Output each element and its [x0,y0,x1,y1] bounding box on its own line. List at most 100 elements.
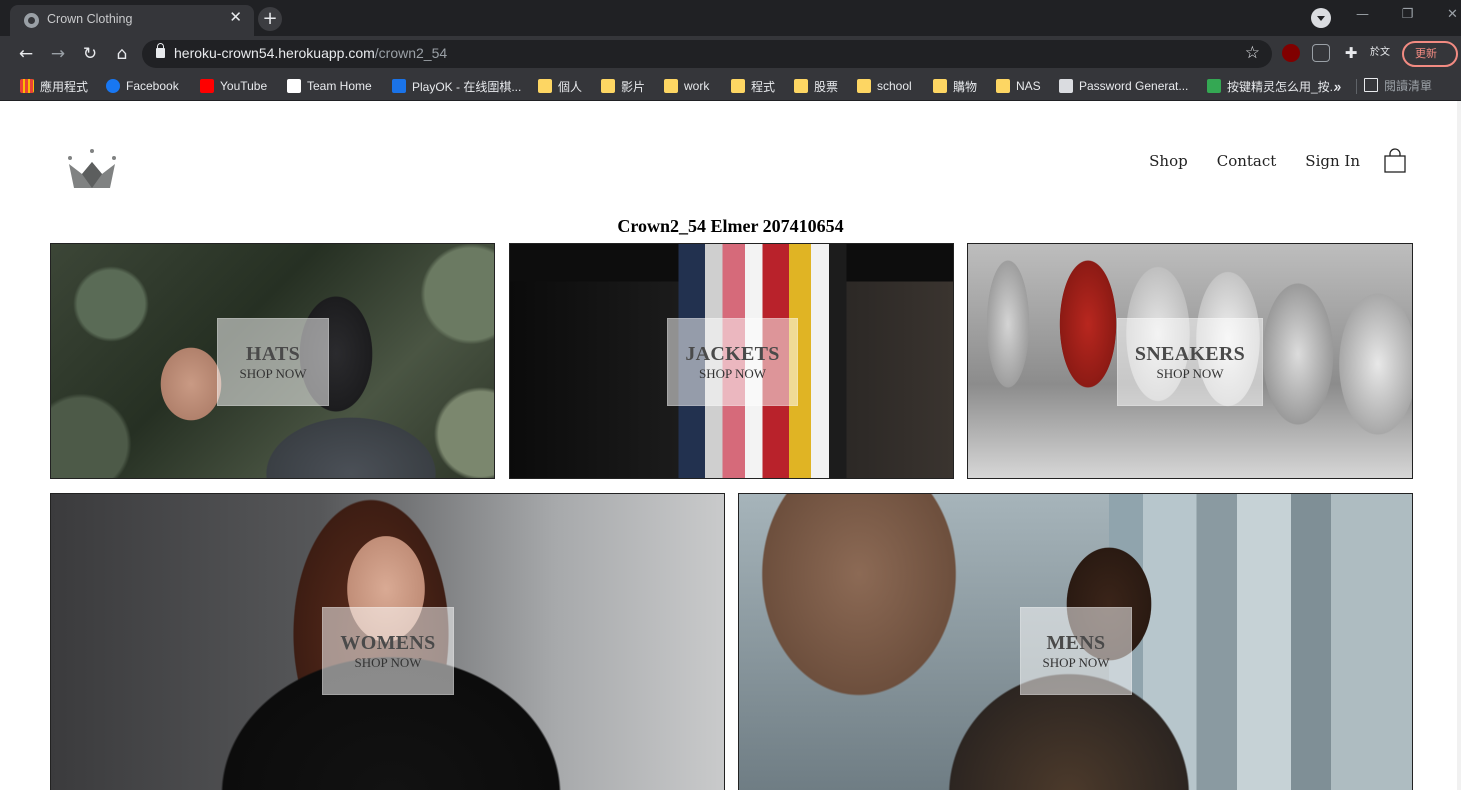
bookmarks-bar: 應用程式 Facebook YouTube Team Home PlayOK -… [0,72,1461,101]
playok-icon [392,79,406,93]
back-arrow-icon[interactable]: ← [14,42,38,66]
home-icon[interactable]: ⌂ [110,42,134,66]
url-domain: heroku-crown54.herokuapp.com [174,45,375,61]
category-title: WOMENS [340,632,436,654]
bookmark-youtube[interactable]: YouTube [200,77,267,95]
bookmark-label: Password Generat... [1079,79,1189,93]
bookmark-facebook[interactable]: Facebook [106,77,179,95]
youtube-icon [200,79,214,93]
bookmark-folder-personal[interactable]: 個人 [538,77,582,95]
nav-sign-in-link[interactable]: Sign In [1305,152,1360,170]
category-title: HATS [245,343,301,365]
bookmark-folder-shopping[interactable]: 購物 [933,77,977,95]
bookmark-star-icon[interactable]: ☆ [1245,43,1260,63]
folder-icon [731,79,745,93]
reading-list-icon[interactable] [1364,78,1378,92]
folder-icon [664,79,678,93]
category-tile-mens[interactable]: MENS SHOP NOW [738,493,1413,790]
url-text[interactable]: heroku-crown54.herokuapp.com/crown2_54 [174,45,447,61]
crown-logo-icon[interactable] [66,146,118,192]
bookmark-folder-nas[interactable]: NAS [996,77,1041,95]
bookmark-playok[interactable]: PlayOK - 在线圍棋... [392,77,521,95]
extensions-puzzle-icon[interactable]: ✚ [1342,44,1360,62]
bookmark-password-generator[interactable]: Password Generat... [1059,77,1188,95]
bookmark-folder-videos[interactable]: 影片 [601,77,645,95]
browser-titlebar: Crown Clothing ✕ + — ❐ ✕ [0,0,1461,36]
category-tile-womens[interactable]: WOMENS SHOP NOW [50,493,725,790]
bookmark-label: Facebook [126,79,179,93]
nav-shop-link[interactable]: Shop [1149,152,1188,170]
page-icon [1059,79,1073,93]
page-scrollbar[interactable] [1457,101,1461,790]
bookmark-label: school [877,79,912,93]
bookmark-label: 應用程式 [40,79,89,94]
glasses-extension-icon[interactable] [1312,44,1330,62]
header-nav: Shop Contact Sign In [1120,148,1406,173]
bookmark-label: 程式 [751,79,776,94]
bookmark-label: NAS [1016,79,1041,93]
profile-icon[interactable] [1311,8,1331,28]
shop-now-label: SHOP NOW [354,655,422,670]
tab-close-icon[interactable]: ✕ [229,10,242,25]
shopping-bag-icon[interactable] [1384,148,1406,173]
page-viewport: Shop Contact Sign In Crown2_54 Elmer 207… [0,101,1461,790]
bookmarks-overflow-button[interactable]: » [1334,77,1341,95]
address-bar[interactable]: heroku-crown54.herokuapp.com/crown2_54 ☆ [142,40,1272,68]
page-title: Crown2_54 Elmer 207410654 [617,216,844,236]
folder-icon [601,79,615,93]
category-tile-sneakers[interactable]: SNEAKERS SHOP NOW [967,243,1413,479]
nav-contact-link[interactable]: Contact [1217,152,1277,170]
category-label-box[interactable]: MENS SHOP NOW [1020,607,1132,695]
forward-arrow-icon[interactable]: → [46,42,70,66]
shop-now-label: SHOP NOW [1156,366,1224,381]
folder-icon [538,79,552,93]
bookmark-label: 個人 [558,79,583,94]
folder-icon [933,79,947,93]
apps-icon [20,79,34,93]
maximize-window-button[interactable]: ❐ [1385,0,1430,30]
category-tile-jackets[interactable]: JACKETS SHOP NOW [509,243,954,479]
bookmark-label: 影片 [621,79,646,94]
bookmark-key-wizard[interactable]: 按键精灵怎么用_按... [1207,77,1340,95]
page-icon [1207,79,1221,93]
notion-icon [287,79,301,93]
globe-icon [24,13,39,28]
bookmark-label: 股票 [814,79,839,94]
bookmark-label: 購物 [953,79,978,94]
category-title: JACKETS [685,343,780,365]
minimize-window-button[interactable]: — [1340,0,1385,30]
folder-icon [794,79,808,93]
translate-extension-icon[interactable]: 於文 [1370,44,1396,62]
bookmark-label: YouTube [220,79,268,93]
category-title: MENS [1046,632,1106,654]
close-window-button[interactable]: ✕ [1430,0,1461,30]
ublock-extension-icon[interactable] [1282,44,1300,62]
bookmark-apps[interactable]: 應用程式 [20,77,88,95]
bookmark-folder-code[interactable]: 程式 [731,77,775,95]
shop-now-label: SHOP NOW [239,366,307,381]
lock-icon [156,43,165,58]
reading-list-label[interactable]: 閱讀清單 [1384,77,1432,94]
url-path: /crown2_54 [374,45,448,61]
category-tile-hats[interactable]: HATS SHOP NOW [50,243,495,479]
bookmark-label: 按键精灵怎么用_按... [1227,79,1340,94]
bookmark-folder-school[interactable]: school [857,77,912,95]
bookmark-label: Team Home [307,79,372,93]
reload-icon[interactable]: ↻ [78,42,102,66]
category-title: SNEAKERS [1134,343,1246,365]
bookmark-folder-work[interactable]: work [664,77,709,95]
facebook-icon [106,79,120,93]
category-label-box[interactable]: JACKETS SHOP NOW [667,318,798,406]
shop-now-label: SHOP NOW [1042,655,1110,670]
update-button[interactable]: 更新 [1402,41,1458,67]
category-label-box[interactable]: HATS SHOP NOW [217,318,329,406]
bookmarks-divider [1356,79,1357,94]
category-label-box[interactable]: SNEAKERS SHOP NOW [1117,318,1263,406]
category-label-box[interactable]: WOMENS SHOP NOW [322,607,454,695]
browser-toolbar: ← → ↻ ⌂ heroku-crown54.herokuapp.com/cro… [0,36,1461,72]
new-tab-button[interactable]: + [258,7,282,31]
browser-tab[interactable]: Crown Clothing ✕ [10,5,254,36]
shop-now-label: SHOP NOW [698,366,767,381]
bookmark-team-home[interactable]: Team Home [287,77,372,95]
bookmark-folder-stocks[interactable]: 股票 [794,77,838,95]
